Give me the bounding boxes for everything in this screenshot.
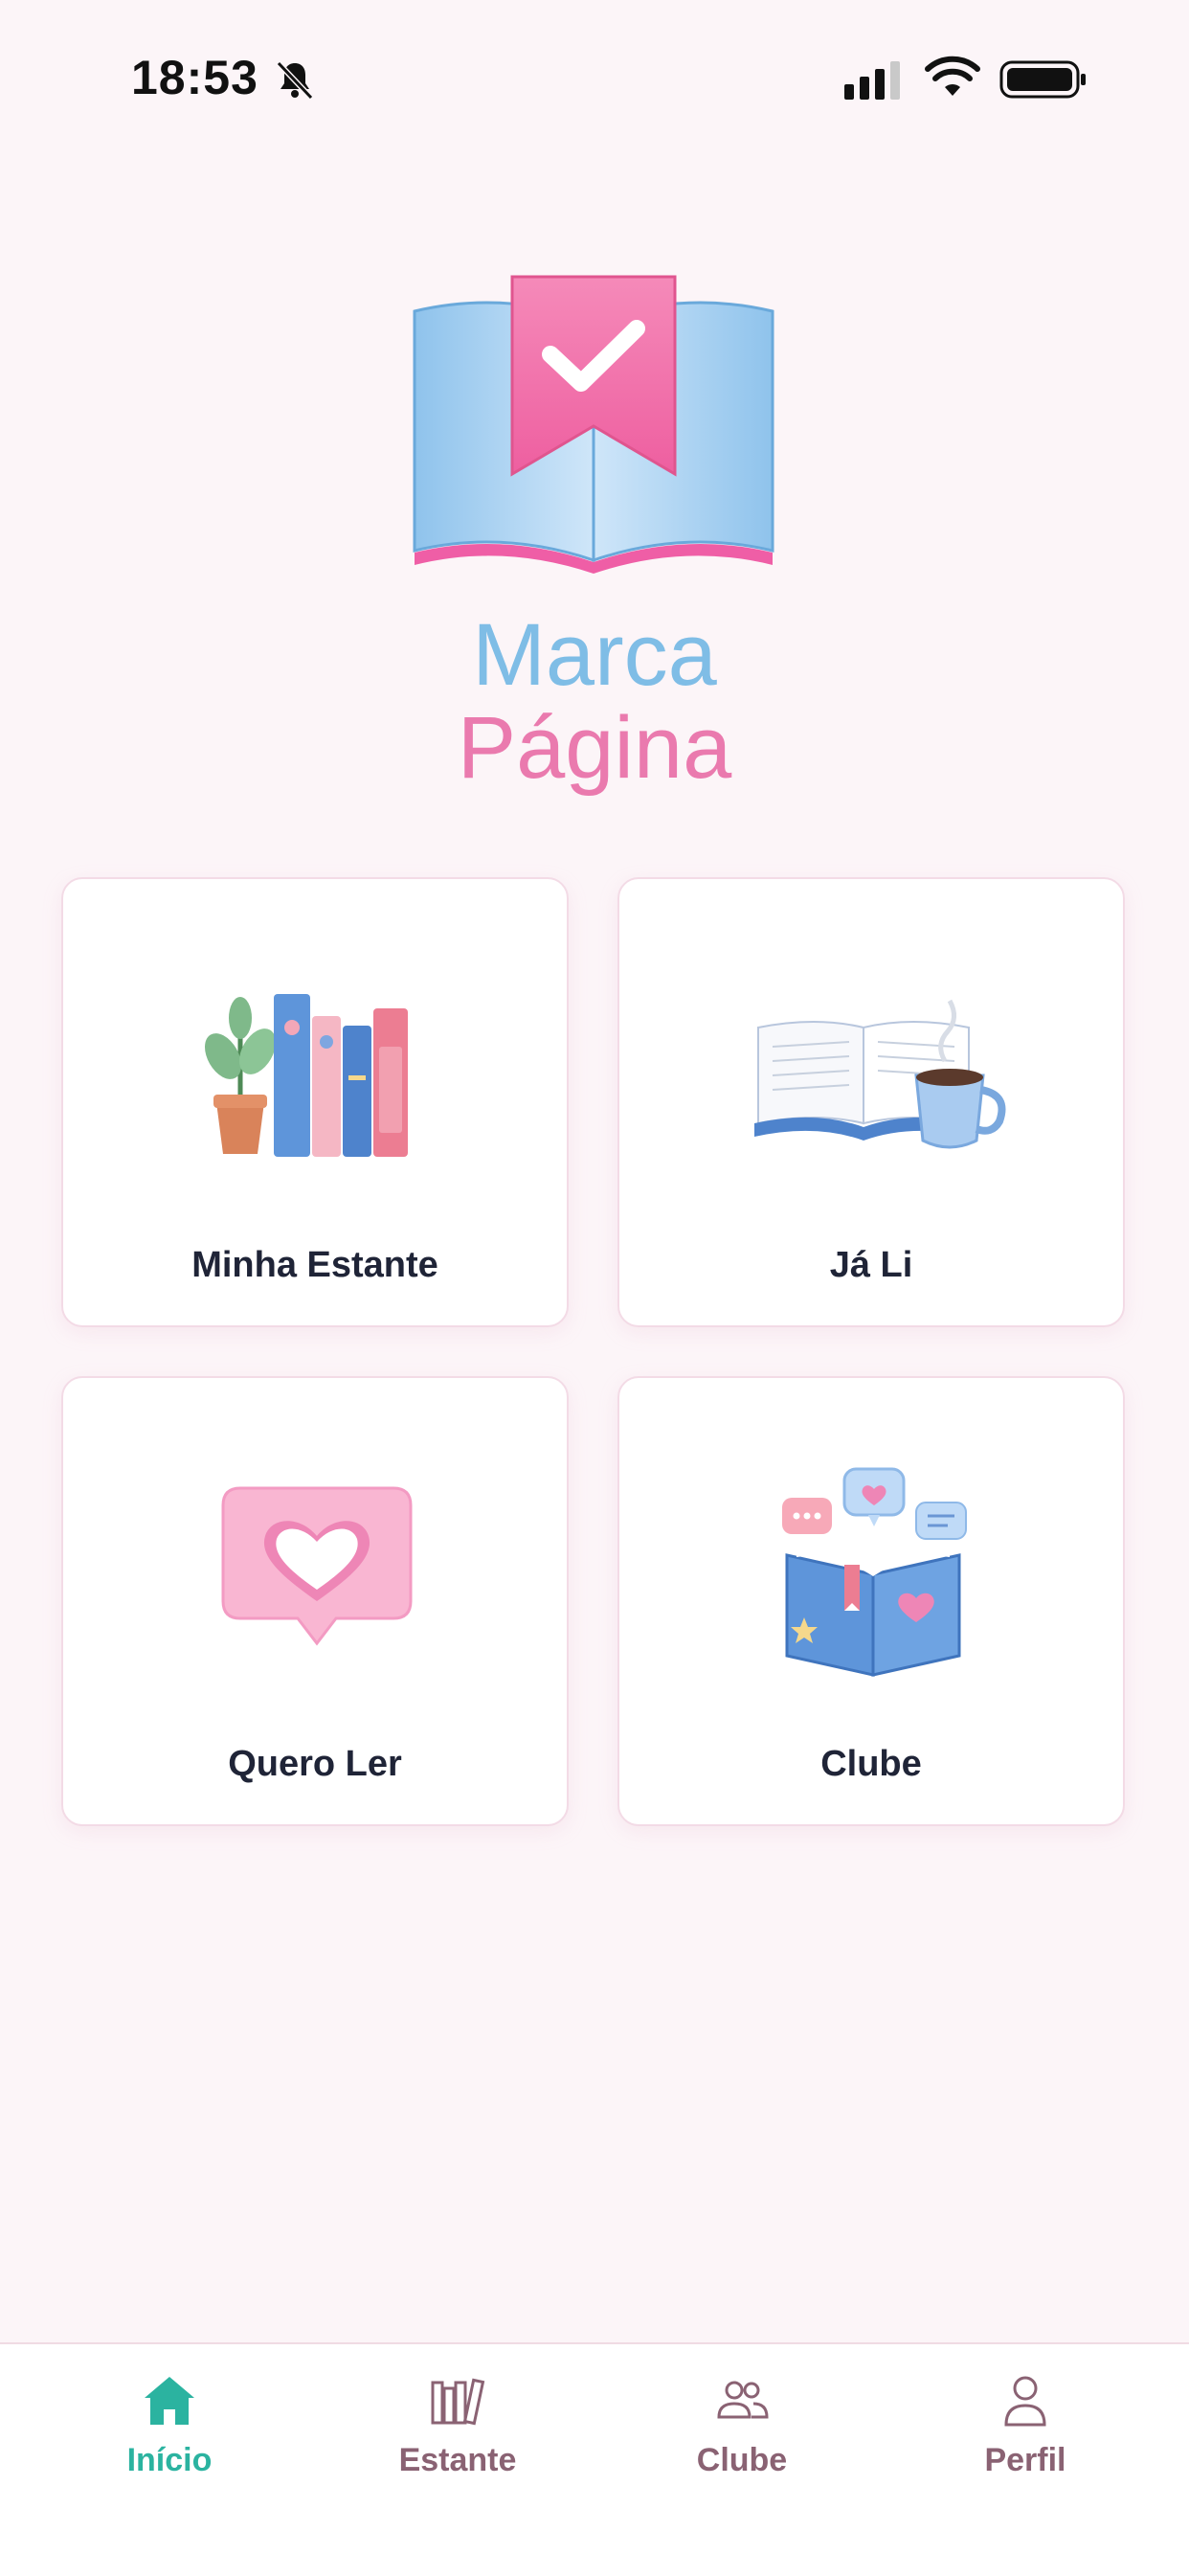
book-chat-bubbles-icon (782, 1467, 967, 1677)
nav-label: Perfil (984, 2442, 1066, 2478)
open-book-coffee-icon (754, 999, 1006, 1149)
nav-label: Clube (696, 2442, 788, 2478)
cellular-signal-icon (844, 61, 900, 100)
card-ja-li[interactable]: Já Li (617, 877, 1125, 1327)
bookshelf-icon (431, 2378, 485, 2426)
card-minha-estante[interactable]: Minha Estante (61, 877, 569, 1327)
status-time: 18:53 (131, 51, 258, 104)
nav-item-perfil[interactable]: Perfil (877, 2344, 1174, 2536)
open-book-bookmark-check-icon (413, 275, 774, 574)
brand-title-line2: Página (457, 699, 732, 797)
card-label: Quero Ler (228, 1744, 402, 1784)
brand-title-line1: Marca (472, 606, 717, 704)
nav-label: Início (126, 2442, 213, 2478)
status-bar: 18:53 (0, 0, 1189, 163)
bottom-navigation: Início Estante Clube Perfil (0, 2342, 1189, 2576)
wifi-icon (925, 56, 980, 96)
home-icon (145, 2377, 194, 2425)
nav-item-clube[interactable]: Clube (594, 2344, 890, 2536)
bookshelf-plant-icon (205, 994, 408, 1157)
nav-item-estante[interactable]: Estante (309, 2344, 606, 2536)
nav-item-inicio[interactable]: Início (21, 2344, 318, 2536)
card-label: Clube (820, 1744, 922, 1784)
users-icon (717, 2381, 769, 2419)
battery-icon (999, 60, 1086, 99)
card-clube[interactable]: Clube (617, 1376, 1125, 1826)
heart-speech-bubble-icon (221, 1486, 413, 1646)
nav-label: Estante (398, 2442, 517, 2478)
user-icon (1004, 2376, 1046, 2427)
card-label: Já Li (829, 1245, 913, 1285)
card-label: Minha Estante (191, 1245, 438, 1285)
card-quero-ler[interactable]: Quero Ler (61, 1376, 569, 1826)
bell-slash-icon (276, 60, 314, 101)
